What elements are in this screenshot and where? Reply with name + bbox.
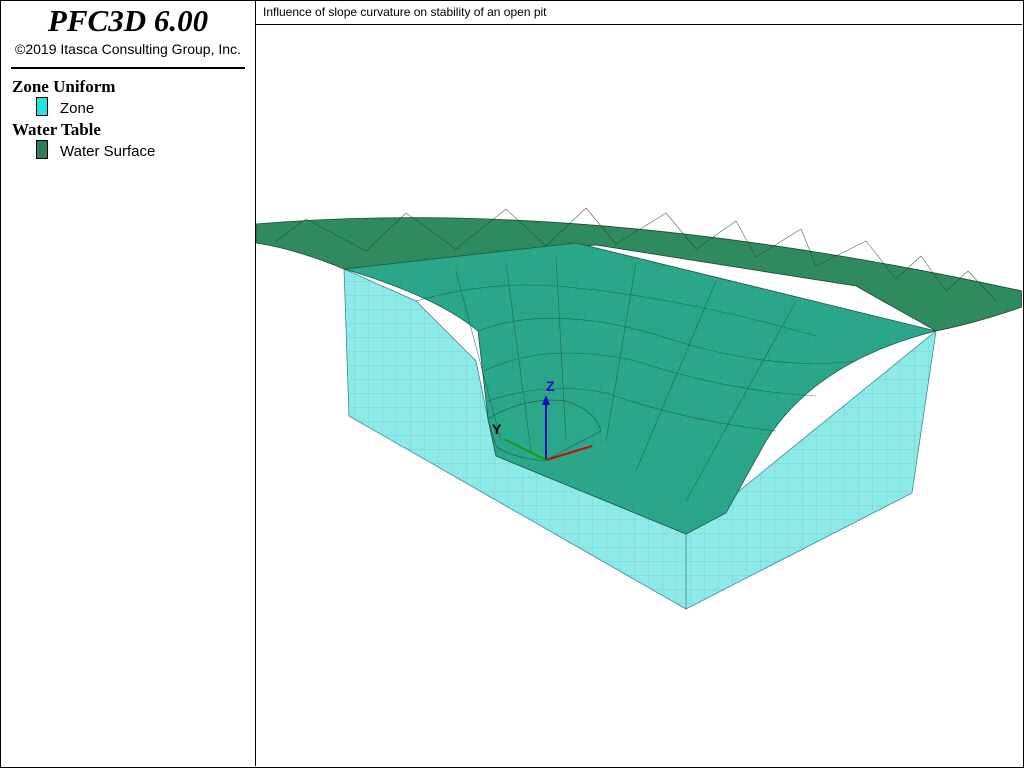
- water-surface-color-swatch: [36, 140, 48, 159]
- app-title: PFC3D 6.00: [47, 3, 209, 38]
- viewport-title-bar: Influence of slope curvature on stabilit…: [256, 1, 1022, 25]
- legend-panel: PFC3D 6.00 ©2019 Itasca Consulting Group…: [1, 1, 256, 766]
- copyright-text: ©2019 Itasca Consulting Group, Inc.: [15, 41, 241, 57]
- model-viewport[interactable]: Z Y Influence of slope curvature on stab…: [256, 1, 1022, 766]
- legend-divider: [11, 67, 245, 69]
- legend-item-zone: Zone: [60, 100, 95, 117]
- legend-group-water-table: Water Table: [12, 120, 101, 139]
- axis-y-label: Y: [492, 421, 502, 437]
- zone-color-swatch: [36, 97, 48, 116]
- axis-z-label: Z: [546, 378, 555, 394]
- viewport-title: Influence of slope curvature on stabilit…: [263, 5, 547, 19]
- legend-item-water-surface: Water Surface: [60, 143, 156, 160]
- model-render[interactable]: Z Y: [256, 1, 1022, 766]
- legend-group-zone-uniform: Zone Uniform: [12, 77, 116, 96]
